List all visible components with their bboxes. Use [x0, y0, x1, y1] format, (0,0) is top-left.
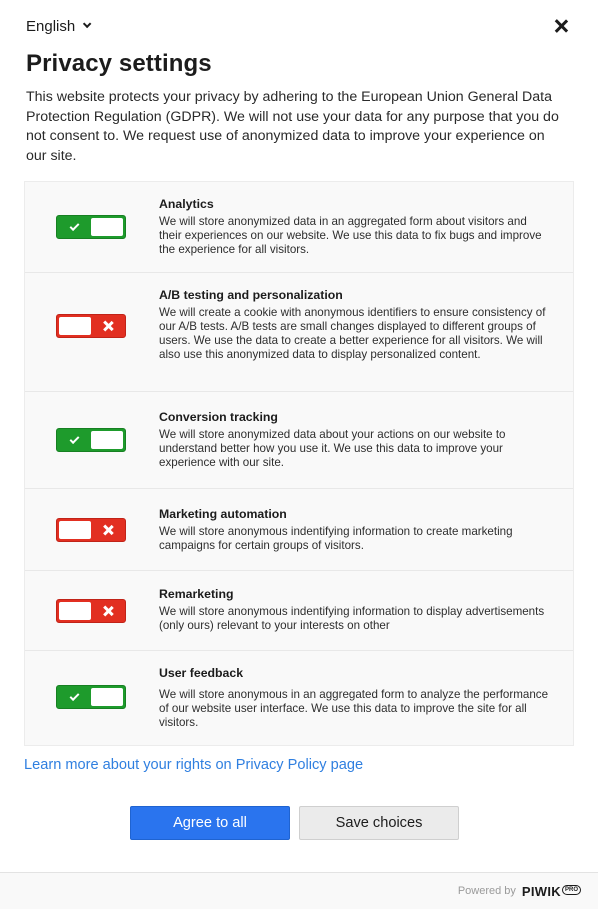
- check-icon: [69, 690, 79, 701]
- toggle-knob: [91, 431, 123, 449]
- consent-title: Conversion tracking: [159, 410, 278, 424]
- x-icon: [103, 321, 113, 331]
- analytics-toggle[interactable]: [56, 215, 126, 239]
- consent-title: Remarketing: [159, 587, 234, 601]
- toggle-knob: [59, 521, 91, 539]
- consent-description: We will store anonymous in an aggregated…: [159, 688, 549, 729]
- intro-text: This website protects your privacy by ad…: [26, 89, 559, 164]
- consent-row-user-feedback: User feedback We will store anonymous in…: [25, 651, 573, 747]
- user-feedback-toggle[interactable]: [56, 685, 126, 709]
- toggle-knob: [91, 218, 123, 236]
- consent-title: A/B testing and personalization: [159, 288, 343, 302]
- x-icon: [103, 525, 113, 535]
- x-icon: [103, 606, 113, 616]
- piwik-logo: PIWIK: [521, 883, 561, 899]
- consent-description: We will store anonymized data in an aggr…: [159, 215, 542, 256]
- conversion-tracking-toggle[interactable]: [56, 428, 126, 452]
- powered-by-label: Powered by: [457, 885, 516, 897]
- consent-title: User feedback: [159, 666, 244, 680]
- save-choices-button[interactable]: Save choices: [299, 806, 459, 840]
- consent-row-remarketing: Remarketing We will store anonymous inde…: [25, 571, 573, 651]
- pro-badge: PRO: [561, 885, 581, 895]
- consent-row-analytics: Analytics We will store anonymized data …: [25, 182, 573, 273]
- consent-description: We will store anonymized data about your…: [159, 428, 506, 469]
- page-title: Privacy settings: [26, 50, 212, 77]
- privacy-policy-link[interactable]: Learn more about your rights on Privacy …: [24, 757, 363, 773]
- close-icon[interactable]: [554, 19, 568, 33]
- ab-testing-toggle[interactable]: [56, 314, 126, 338]
- consent-row-ab-testing: A/B testing and personalization We will …: [25, 273, 573, 392]
- agree-to-all-button[interactable]: Agree to all: [130, 806, 290, 840]
- consent-row-marketing-automation: Marketing automation We will store anony…: [25, 489, 573, 571]
- remarketing-toggle[interactable]: [56, 599, 126, 623]
- marketing-automation-toggle[interactable]: [56, 518, 126, 542]
- consent-list: Analytics We will store anonymized data …: [24, 181, 574, 746]
- toggle-knob: [91, 688, 123, 706]
- consent-description: We will store anonymous indentifying inf…: [159, 525, 513, 552]
- top-bar: English: [26, 16, 568, 36]
- check-icon: [69, 220, 79, 231]
- consent-description: We will create a cookie with anonymous i…: [159, 306, 546, 361]
- footer: Powered by PIWIK PRO: [0, 872, 598, 909]
- check-icon: [69, 433, 79, 444]
- consent-description: We will store anonymous indentifying inf…: [159, 605, 545, 632]
- consent-title: Marketing automation: [159, 507, 287, 521]
- toggle-knob: [59, 602, 91, 620]
- chevron-down-icon: [83, 19, 92, 29]
- toggle-knob: [59, 317, 91, 335]
- consent-row-conversion-tracking: Conversion tracking We will store anonym…: [25, 392, 573, 489]
- language-selector[interactable]: English: [26, 17, 92, 35]
- language-label: English: [26, 17, 76, 35]
- consent-title: Analytics: [159, 197, 214, 211]
